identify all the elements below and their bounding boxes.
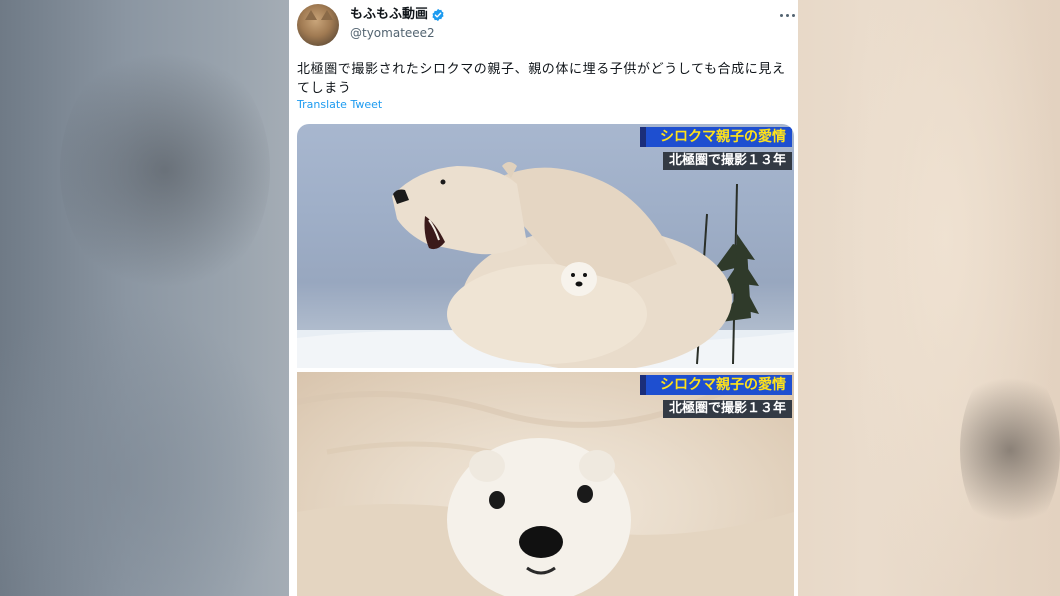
caption-title: シロクマ親子の愛情: [640, 127, 792, 147]
tweet-media[interactable]: シロクマ親子の愛情 北極圏で撮影１３年 シロクマ親子の愛情 北極圏で撮影１３年: [297, 124, 794, 596]
verified-icon: [432, 8, 444, 22]
display-name[interactable]: もふもふ動画: [350, 6, 428, 24]
background-blur-shape: [960, 360, 1060, 540]
background-blur-shape: [60, 40, 270, 300]
polar-bear-photo-1[interactable]: シロクマ親子の愛情 北極圏で撮影１３年: [297, 124, 794, 368]
news-caption: シロクマ親子の愛情 北極圏で撮影１３年: [640, 374, 792, 418]
news-caption: シロクマ親子の愛情 北極圏で撮影１３年: [640, 126, 792, 170]
caption-subtitle: 北極圏で撮影１３年: [662, 152, 792, 170]
handle[interactable]: @tyomateee2: [350, 25, 435, 41]
more-icon[interactable]: [776, 8, 798, 22]
caption-subtitle: 北極圏で撮影１３年: [662, 400, 792, 418]
background-blur-shape: [0, 300, 290, 596]
avatar-ear: [305, 10, 317, 20]
avatar-ear: [321, 10, 333, 20]
avatar[interactable]: [297, 4, 339, 46]
translate-tweet-link[interactable]: Translate Tweet: [297, 98, 382, 112]
polar-bear-photo-2[interactable]: シロクマ親子の愛情 北極圏で撮影１３年: [297, 372, 794, 596]
caption-title: シロクマ親子の愛情: [640, 375, 792, 395]
tweet-text: 北極圏で撮影されたシロクマの親子、親の体に埋る子供がどうしても合成に見えてしまう: [297, 62, 786, 96]
